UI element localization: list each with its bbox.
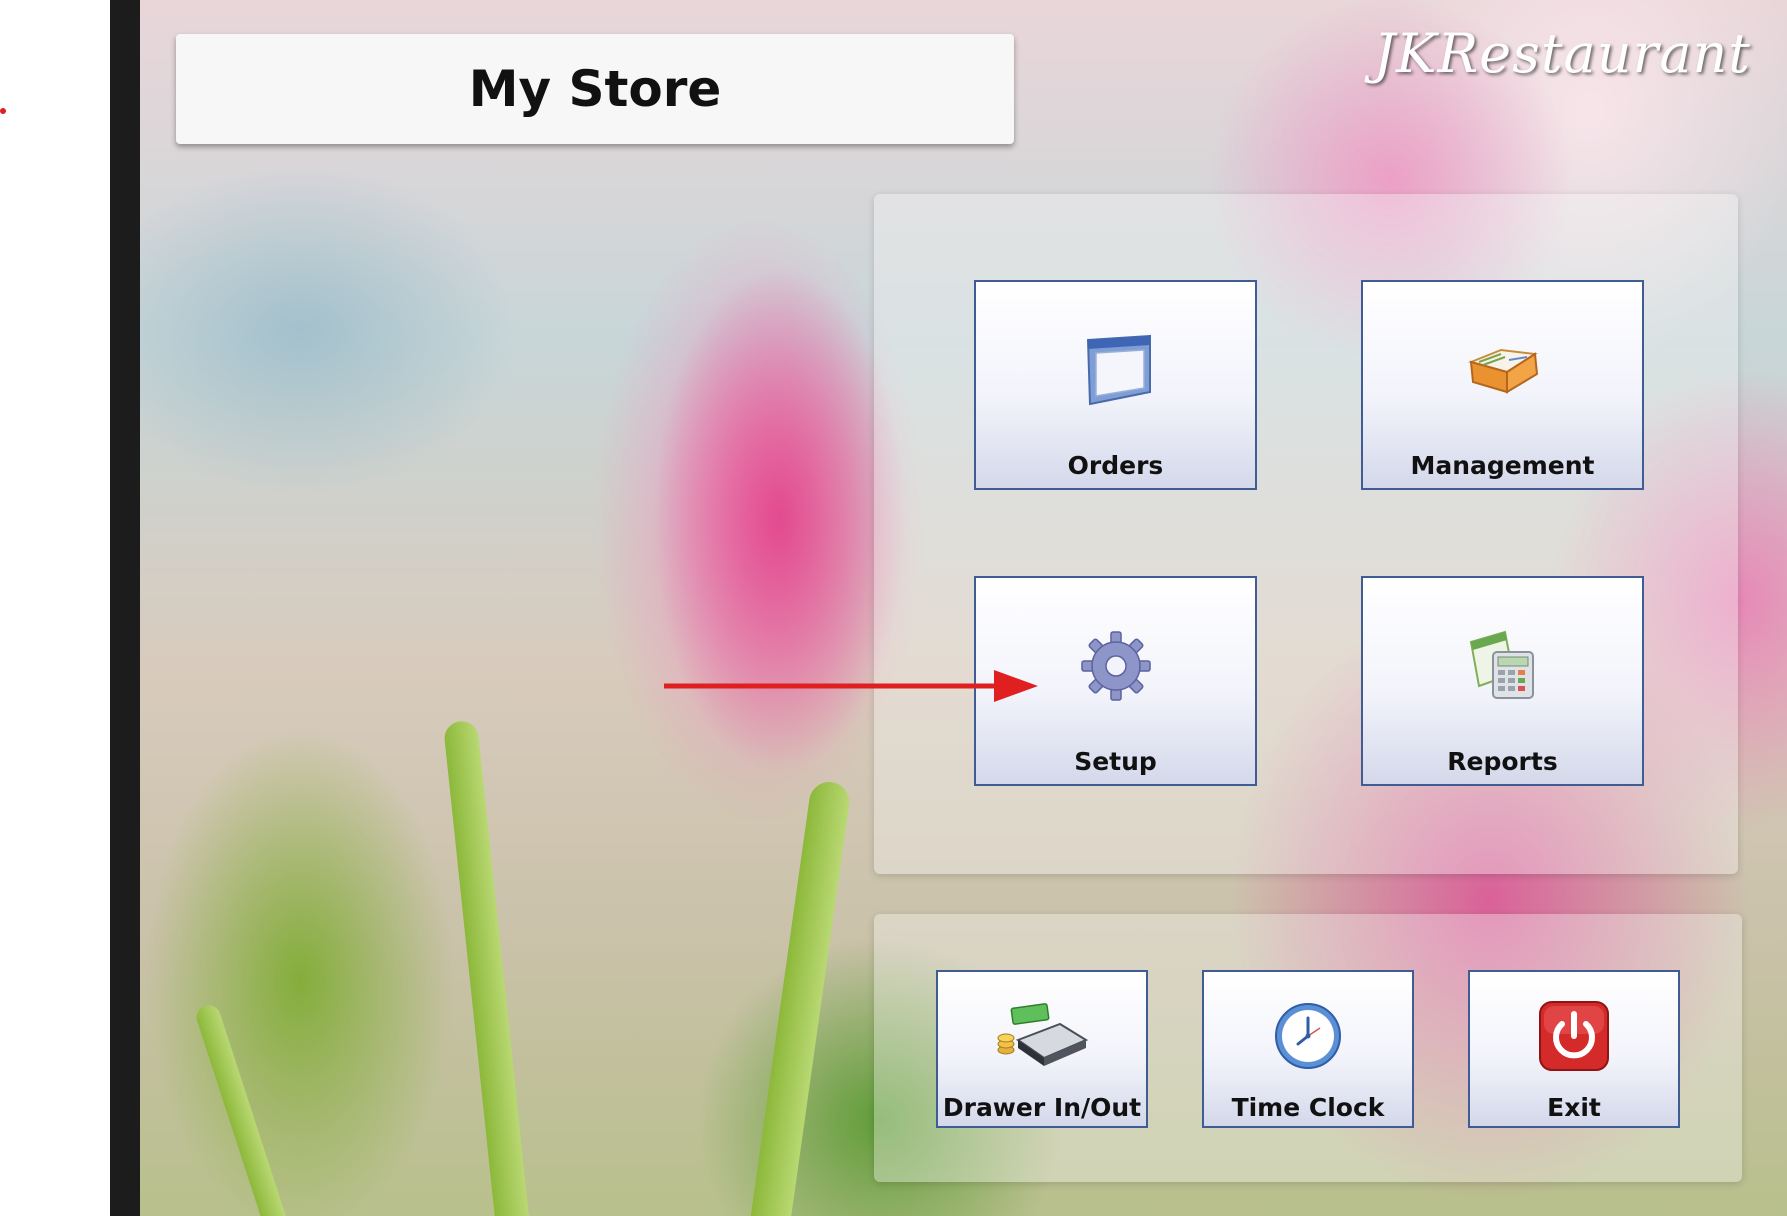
drawer-in-out-label: Drawer In/Out [942, 1093, 1142, 1122]
exit-label: Exit [1547, 1093, 1601, 1122]
store-title-panel: My Store [176, 34, 1014, 144]
store-title: My Store [468, 60, 722, 118]
calculator-report-icon [1465, 628, 1541, 704]
reports-label: Reports [1447, 747, 1558, 776]
app-background: My Store JKRestaurant Orders Management … [140, 0, 1787, 1216]
background-stem [193, 1002, 291, 1216]
window-icon [1078, 332, 1154, 408]
orders-button[interactable]: Orders [974, 280, 1257, 490]
background-stem [442, 719, 532, 1216]
background-stem [748, 779, 852, 1216]
cash-drawer-icon [994, 998, 1090, 1074]
power-icon [1536, 998, 1612, 1074]
time-clock-button[interactable]: Time Clock [1202, 970, 1414, 1128]
orders-label: Orders [1067, 451, 1164, 480]
drawer-in-out-button[interactable]: Drawer In/Out [936, 970, 1148, 1128]
annotation-dot [0, 108, 6, 114]
bottom-menu-panel: Drawer In/Out Time Clock Exit [874, 914, 1742, 1182]
management-button[interactable]: Management [1361, 280, 1644, 490]
exit-button[interactable]: Exit [1468, 970, 1680, 1128]
clock-icon [1270, 998, 1346, 1074]
reports-button[interactable]: Reports [1361, 576, 1644, 786]
brand-logo: JKRestaurant [1373, 22, 1751, 85]
annotation-arrow [664, 670, 1038, 702]
gear-icon [1078, 628, 1154, 704]
setup-label: Setup [1074, 747, 1157, 776]
main-menu-panel: Orders Management Setup Reports [874, 194, 1738, 874]
time-clock-label: Time Clock [1231, 1093, 1385, 1122]
book-icon [1465, 332, 1541, 408]
management-label: Management [1410, 451, 1595, 480]
window-frame-edge [110, 0, 140, 1216]
